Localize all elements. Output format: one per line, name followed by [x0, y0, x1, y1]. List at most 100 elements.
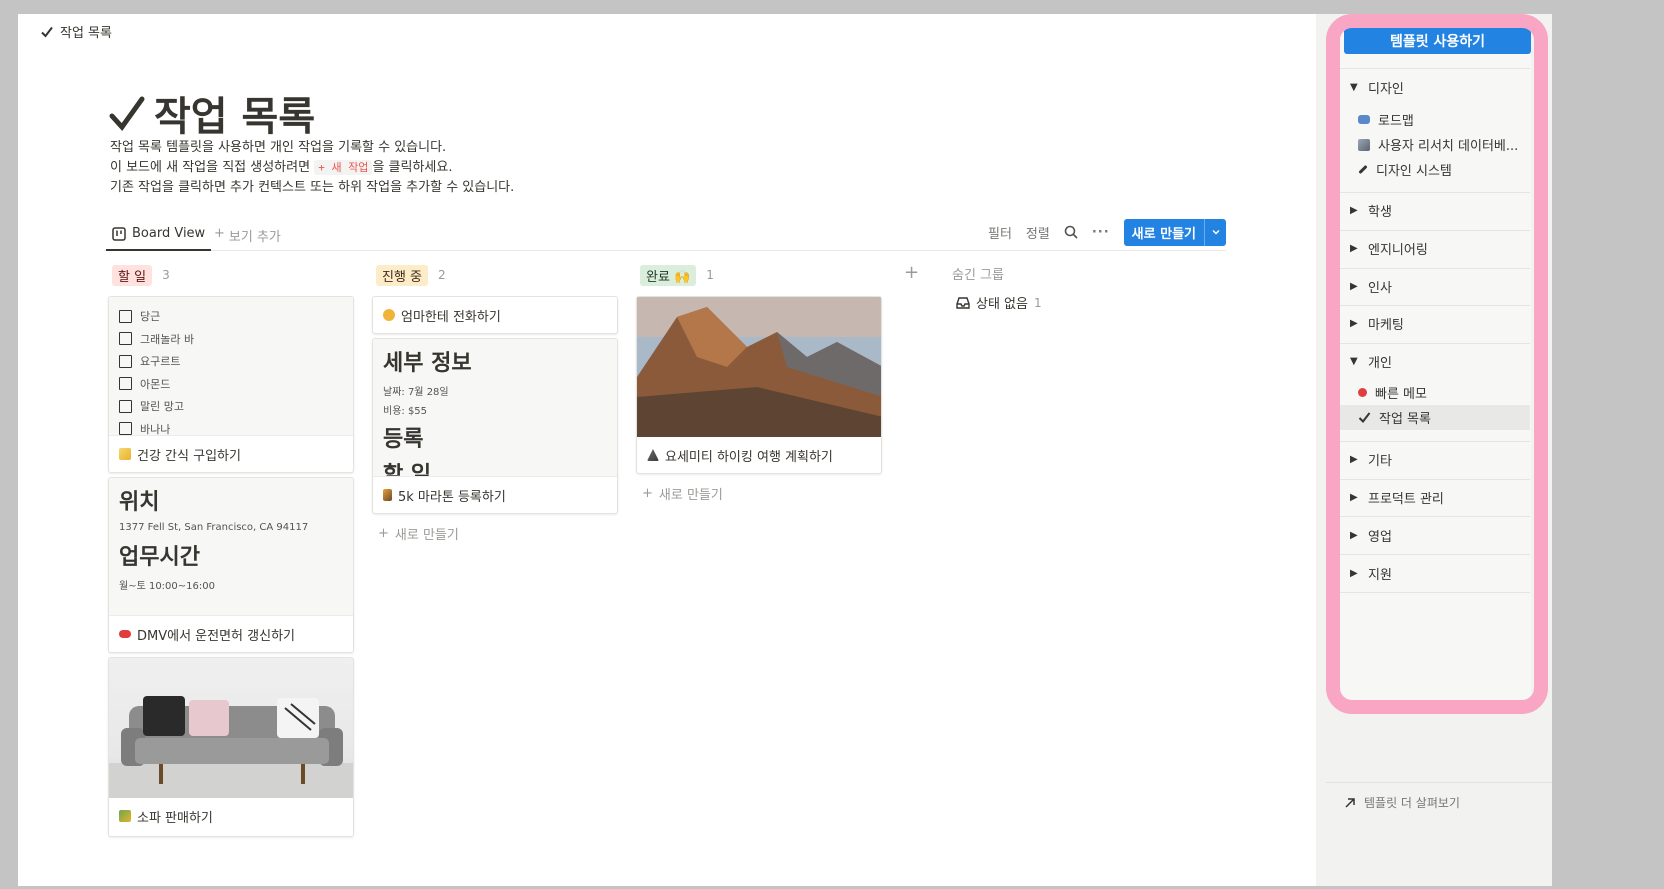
checkbox[interactable] — [119, 332, 132, 346]
checkbox[interactable] — [119, 422, 132, 435]
column-header[interactable]: 진행 중 2 — [376, 264, 618, 286]
mountain-image — [637, 297, 881, 437]
browse-more-templates[interactable]: 템플릿 더 살펴보기 — [1326, 782, 1552, 822]
category-header[interactable]: ▶ 마케팅 — [1340, 311, 1530, 335]
category-hr: ▶ 인사 — [1340, 274, 1530, 298]
checkbox[interactable] — [119, 377, 132, 391]
card-heading: 업무시간 — [119, 545, 200, 570]
tab-board-view[interactable]: Board View — [106, 218, 212, 251]
add-view-button[interactable]: + 보기 추가 — [214, 226, 281, 245]
checklist-item[interactable]: 당근 — [119, 305, 343, 328]
template-item-quick-note[interactable]: 빠른 메모 — [1340, 380, 1530, 405]
template-item-user-research[interactable]: 사용자 리서치 데이터베... — [1340, 132, 1530, 157]
more-icon[interactable]: ··· — [1092, 225, 1110, 240]
template-label: 작업 목록 — [1379, 412, 1431, 427]
column-header[interactable]: 완료 🙌 1 — [640, 264, 882, 286]
sort-button[interactable]: 정렬 — [1026, 223, 1050, 242]
arrow-up-right-icon — [1345, 797, 1355, 808]
new-button-label[interactable]: 새로 만들기 — [1124, 219, 1204, 246]
chevron-down-icon[interactable] — [1204, 218, 1226, 246]
checklist-item[interactable]: 말린 망고 — [119, 395, 343, 418]
card-dmv[interactable]: 위치 1377 Fell St, San Francisco, CA 94117… — [108, 477, 354, 653]
runner-icon — [383, 489, 392, 501]
category-student: ▶ 학생 — [1340, 198, 1530, 222]
divider — [1340, 230, 1530, 231]
triangle-right-icon: ▶ — [1350, 280, 1358, 292]
divider — [1340, 479, 1530, 480]
category-support: ▶ 지원 — [1340, 561, 1530, 585]
category-label: 지원 — [1368, 567, 1392, 583]
filter-button[interactable]: 필터 — [988, 223, 1012, 242]
plus-icon: + — [214, 226, 225, 241]
hidden-group-count: 1 — [1033, 295, 1042, 310]
checklist-label: 아몬드 — [140, 377, 171, 391]
card-title: 5k 마라톤 등록하기 — [373, 477, 617, 513]
card-hours: 월~토 10:00~16:00 — [119, 581, 215, 592]
category-header[interactable]: ▼ 개인 — [1340, 349, 1530, 373]
category-label: 인사 — [1368, 280, 1392, 296]
use-template-button[interactable]: 템플릿 사용하기 — [1344, 28, 1531, 54]
triangle-right-icon: ▶ — [1350, 317, 1358, 329]
board-column-done: 완료 🙌 1 요세미티 하이킹 여행 계획하기 + 새로 만들기 — [636, 264, 882, 513]
column-header[interactable]: 할 일 3 — [112, 264, 354, 286]
card-heading: 세부 정보 — [383, 351, 472, 376]
checkbox[interactable] — [119, 309, 132, 323]
checklist-item[interactable]: 요구르트 — [119, 350, 343, 373]
category-header[interactable]: ▶ 학생 — [1340, 198, 1530, 222]
new-card-button[interactable]: + 새로 만들기 — [642, 484, 876, 503]
card-call-mom[interactable]: 엄마한테 전화하기 — [372, 296, 618, 334]
card-title: 건강 간식 구입하기 — [109, 436, 353, 472]
add-group-plus-icon[interactable]: + — [904, 262, 919, 283]
category-header[interactable]: ▶ 인사 — [1340, 274, 1530, 298]
category-header[interactable]: ▶ 기타 — [1340, 447, 1530, 471]
status-tag: 할 일 — [112, 264, 153, 286]
checkbox[interactable] — [119, 354, 132, 368]
category-header[interactable]: ▼ 디자인 — [1340, 75, 1530, 99]
template-item-design-system[interactable]: 디자인 시스템 — [1340, 157, 1530, 182]
card-title-text: 엄마한테 전화하기 — [401, 309, 501, 325]
checklist-label: 당근 — [140, 310, 161, 324]
card-sell-sofa[interactable]: 소파 판매하기 — [108, 657, 354, 837]
checkmark-icon — [41, 26, 53, 38]
checkbox[interactable] — [119, 399, 132, 413]
checklist-item[interactable]: 그래놀라 바 — [119, 328, 343, 351]
card-marathon[interactable]: 세부 정보 날짜: 7월 28일 비용: $55 등록 할 일 5k 마라톤 등… — [372, 338, 618, 514]
card-yosemite[interactable]: 요세미티 하이킹 여행 계획하기 — [636, 296, 882, 474]
breadcrumb[interactable]: 작업 목록 — [40, 22, 112, 41]
category-header[interactable]: ▶ 영업 — [1340, 523, 1530, 547]
triangle-right-icon: ▶ — [1350, 567, 1358, 579]
category-product: ▶ 프로덕트 관리 — [1340, 485, 1530, 509]
plant-icon — [119, 810, 131, 822]
page-title: 작업 목록 — [154, 94, 316, 140]
card-title-text: 5k 마라톤 등록하기 — [398, 489, 506, 505]
checklist-item[interactable]: 아몬드 — [119, 373, 343, 396]
template-item-roadmap[interactable]: 로드맵 — [1340, 107, 1530, 132]
divider — [1340, 592, 1530, 593]
checklist-label: 바나나 — [140, 422, 171, 436]
search-icon[interactable] — [1064, 225, 1078, 239]
category-header[interactable]: ▶ 지원 — [1340, 561, 1530, 585]
category-header[interactable]: ▶ 엔지니어링 — [1340, 236, 1530, 260]
add-view-label: 보기 추가 — [228, 230, 281, 245]
hidden-groups-label: 숨긴 그룹 — [952, 268, 1004, 283]
new-card-button[interactable]: + 새로 만들기 — [378, 524, 612, 543]
checklist-label: 그래놀라 바 — [140, 332, 195, 346]
board-column-todo: 할 일 3 당근 그래놀라 바 요구르트 아몬드 말린 망고 바나나 건강 간식… — [108, 264, 354, 837]
card-cost: 비용: $55 — [383, 406, 428, 417]
view-toolbar: Board View + 보기 추가 필터 정렬 ··· 새로 만들기 — [104, 218, 1226, 251]
hidden-group-label: 상태 없음 — [976, 297, 1028, 312]
category-header[interactable]: ▶ 프로덕트 관리 — [1340, 485, 1530, 509]
hidden-group-item[interactable]: 상태 없음 1 — [956, 293, 1042, 312]
main-page: 작업 목록 작업 목록 작업 목록 템플릿을 사용하면 개인 작업을 기록할 수… — [18, 14, 1316, 886]
card-date: 날짜: 7월 28일 — [383, 387, 449, 398]
category-label: 개인 — [1368, 355, 1392, 371]
card-healthy-snacks[interactable]: 당근 그래놀라 바 요구르트 아몬드 말린 망고 바나나 건강 간식 구입하기 — [108, 296, 354, 473]
new-card-label: 새로 만들기 — [658, 488, 723, 503]
car-icon — [119, 630, 131, 638]
template-item-task-list[interactable]: 작업 목록 — [1340, 405, 1530, 430]
template-label: 로드맵 — [1378, 114, 1414, 129]
checklist-item[interactable]: 바나나 — [119, 418, 343, 436]
new-button[interactable]: 새로 만들기 — [1123, 218, 1226, 246]
divider — [1340, 441, 1530, 442]
template-label: 빠른 메모 — [1375, 387, 1427, 402]
